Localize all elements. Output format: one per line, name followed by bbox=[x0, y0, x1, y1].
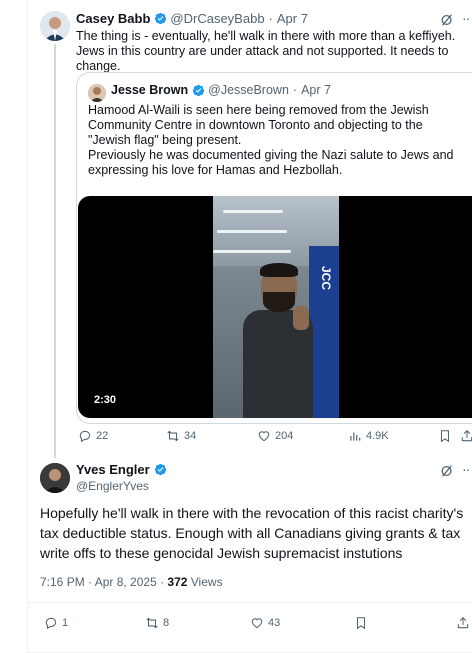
bookmark-icon bbox=[356, 617, 366, 630]
quote-text: Hamood Al-Waili is seen here being remov… bbox=[88, 103, 468, 178]
grok-icon[interactable] bbox=[440, 13, 454, 27]
repost-button[interactable]: 34 bbox=[166, 429, 196, 443]
avatar[interactable] bbox=[40, 11, 70, 41]
views-count: 4.9K bbox=[366, 430, 389, 442]
repost-icon bbox=[167, 430, 179, 442]
more-icon[interactable]: ·· bbox=[462, 10, 470, 26]
more-icon[interactable]: ·· bbox=[462, 461, 470, 477]
like-button[interactable]: 43 bbox=[250, 616, 280, 630]
repost-button[interactable]: 8 bbox=[145, 616, 169, 630]
quote-text-line: Hamood Al-Waili is seen here being remov… bbox=[88, 103, 429, 147]
tweet-action-bar: 1 8 43 bbox=[0, 615, 472, 631]
video-ceiling-light bbox=[217, 230, 287, 233]
bookmark-button[interactable] bbox=[354, 616, 368, 630]
tweet-meta: 7:16 PM · Apr 8, 2025 · 372 Views bbox=[40, 575, 223, 589]
grok-icon[interactable] bbox=[440, 464, 454, 478]
reply-count: 1 bbox=[62, 617, 69, 629]
quoted-tweet[interactable]: Jesse Brown @JesseBrown · Apr 7 Hamood A… bbox=[76, 72, 472, 424]
like-count: 43 bbox=[268, 617, 281, 629]
reply-icon bbox=[79, 430, 91, 443]
video-person-beard bbox=[263, 292, 295, 312]
video-ceiling-light bbox=[223, 210, 283, 213]
like-icon bbox=[251, 618, 263, 629]
parent-tweet[interactable]: Casey Babb @DrCaseyBabb · Apr 7 ·· The t… bbox=[0, 0, 472, 458]
author-handle[interactable]: @EnglerYves bbox=[76, 479, 149, 493]
video-person bbox=[243, 263, 313, 418]
verified-badge-icon bbox=[192, 84, 205, 96]
repost-count: 8 bbox=[163, 617, 170, 629]
views-count: 372 bbox=[167, 575, 188, 589]
thread-connector-line bbox=[54, 44, 56, 458]
video-player[interactable]: JCC 2:30 bbox=[78, 196, 472, 418]
author-name[interactable]: Yves Engler bbox=[76, 462, 150, 477]
video-thumbnail: JCC bbox=[213, 196, 339, 418]
like-icon bbox=[258, 431, 270, 442]
video-sign-text: JCC bbox=[319, 266, 333, 291]
views-label: Views bbox=[187, 575, 223, 589]
video-ceiling-light bbox=[213, 250, 291, 253]
verified-badge-icon bbox=[154, 463, 166, 476]
reply-button[interactable]: 22 bbox=[78, 429, 108, 443]
video-person-hair bbox=[260, 263, 298, 277]
video-person-hand bbox=[293, 306, 309, 330]
quote-author-handle[interactable]: @JesseBrown bbox=[208, 83, 289, 97]
bookmark-button[interactable] bbox=[438, 429, 452, 443]
quote-text-line: Previously he was documented giving the … bbox=[88, 148, 454, 177]
divider bbox=[28, 602, 472, 603]
author-handle[interactable]: @DrCaseyBabb bbox=[170, 11, 264, 26]
author-name-row: Yves Engler bbox=[76, 462, 170, 477]
quote-author-name[interactable]: Jesse Brown bbox=[111, 83, 188, 97]
like-count: 204 bbox=[275, 430, 294, 442]
tweet-header: Casey Babb @DrCaseyBabb · Apr 7 bbox=[76, 11, 308, 26]
tweet-text: Hopefully he'll walk in there with the r… bbox=[40, 505, 464, 561]
video-duration: 2:30 bbox=[94, 394, 117, 406]
views-button[interactable]: 4.9K bbox=[348, 429, 389, 443]
author-name[interactable]: Casey Babb bbox=[76, 11, 150, 26]
share-button[interactable] bbox=[460, 429, 472, 443]
repost-icon bbox=[146, 617, 158, 629]
share-icon bbox=[457, 617, 469, 629]
avatar[interactable] bbox=[88, 84, 106, 102]
share-icon bbox=[461, 430, 472, 442]
separator-dot: · bbox=[268, 11, 273, 26]
avatar[interactable] bbox=[40, 463, 70, 493]
reply-count: 22 bbox=[96, 430, 109, 442]
reply-icon bbox=[45, 617, 57, 630]
views-icon bbox=[350, 432, 361, 441]
tweet-timestamp[interactable]: 7:16 PM · Apr 8, 2025 · bbox=[40, 575, 167, 589]
tweet-text: The thing is - eventually, he'll walk in… bbox=[76, 29, 456, 73]
quote-date[interactable]: Apr 7 bbox=[301, 83, 331, 97]
like-button[interactable]: 204 bbox=[257, 429, 293, 443]
reply-button[interactable]: 1 bbox=[44, 616, 68, 630]
repost-count: 34 bbox=[184, 430, 197, 442]
separator-dot: · bbox=[292, 83, 298, 97]
verified-badge-icon bbox=[155, 12, 167, 25]
share-button[interactable] bbox=[456, 616, 470, 630]
tweet-action-bar: 22 34 204 4.9K bbox=[0, 428, 472, 444]
quote-header: Jesse Brown @JesseBrown · Apr 7 bbox=[111, 83, 331, 97]
bookmark-icon bbox=[440, 430, 450, 443]
tweet-date[interactable]: Apr 7 bbox=[277, 11, 308, 26]
